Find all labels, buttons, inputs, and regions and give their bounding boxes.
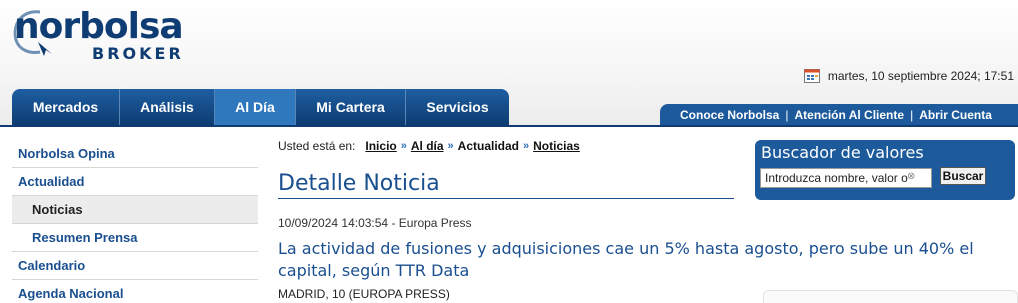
article-location: MADRID, 10 (EUROPA PRESS): [278, 287, 450, 301]
nav-separator: |: [910, 107, 914, 122]
date-display: martes, 10 septiembre 2024; 17:51: [803, 68, 1014, 83]
double-chevron-icon: »: [447, 140, 454, 152]
breadcrumb-noticias[interactable]: Noticias: [533, 139, 580, 153]
double-chevron-icon: »: [523, 140, 530, 152]
breadcrumb-actualidad: Actualidad: [457, 139, 519, 153]
breadcrumb-label: Usted está en:: [278, 139, 356, 153]
link-conoce-norbolsa[interactable]: Conoce Norbolsa: [680, 108, 779, 122]
logo-wordmark: norbolsa: [14, 6, 184, 47]
breadcrumb-inicio[interactable]: Inicio: [365, 139, 396, 153]
tab-al-dia[interactable]: Al Día: [215, 89, 296, 125]
link-abrir-cuenta[interactable]: Abrir Cuenta: [919, 108, 992, 122]
sidebar-item-actualidad[interactable]: Actualidad: [12, 168, 258, 196]
tab-mercados[interactable]: Mercados: [12, 89, 120, 125]
sidebar-item-resumen-prensa[interactable]: Resumen Prensa: [12, 224, 258, 252]
logo-subtitle: BROKER: [92, 44, 184, 63]
sidebar: Norbolsa Opina Actualidad Noticias Resum…: [12, 140, 258, 303]
search-title: Buscador de valores: [761, 143, 924, 162]
article-headline: La actividad de fusiones y adquisiciones…: [278, 239, 974, 280]
article-meta: 10/09/2024 14:03:54 - Europa Press: [278, 216, 472, 230]
breadcrumb: Usted está en: Inicio » Al día » Actuali…: [278, 139, 580, 153]
right-panel: [763, 290, 1018, 303]
calendar-icon[interactable]: [803, 68, 820, 83]
norbolsa-logo[interactable]: norbolsa BROKER: [10, 6, 195, 63]
secondary-nav: Conoce Norbolsa | Atención Al Cliente | …: [660, 104, 1018, 125]
sidebar-item-noticias[interactable]: Noticias: [12, 196, 258, 224]
page-title: Detalle Noticia: [278, 171, 734, 199]
header-divider: [0, 125, 1018, 127]
stock-search-box: Buscador de valores ⊗ Buscar: [755, 140, 1015, 200]
sidebar-item-agenda-nacional[interactable]: Agenda Nacional: [12, 280, 258, 303]
date-text: martes, 10 septiembre 2024; 17:51: [827, 68, 1014, 83]
main-nav: Mercados Análisis Al Día Mi Cartera Serv…: [12, 89, 509, 125]
header: norbolsa BROKER martes, 10 septiembre 20…: [0, 0, 1018, 125]
double-chevron-icon: »: [400, 140, 407, 152]
tab-servicios[interactable]: Servicios: [406, 89, 509, 125]
breadcrumb-al-dia[interactable]: Al día: [411, 139, 444, 153]
tab-mi-cartera[interactable]: Mi Cartera: [296, 89, 406, 125]
search-button[interactable]: Buscar: [940, 167, 986, 185]
sidebar-item-calendario[interactable]: Calendario: [12, 252, 258, 280]
clear-icon[interactable]: ⊗: [907, 172, 917, 182]
nav-separator: |: [785, 107, 789, 122]
tab-analisis[interactable]: Análisis: [120, 89, 215, 125]
sidebar-item-norbolsa-opina[interactable]: Norbolsa Opina: [12, 140, 258, 168]
link-atencion-cliente[interactable]: Atención Al Cliente: [794, 108, 904, 122]
